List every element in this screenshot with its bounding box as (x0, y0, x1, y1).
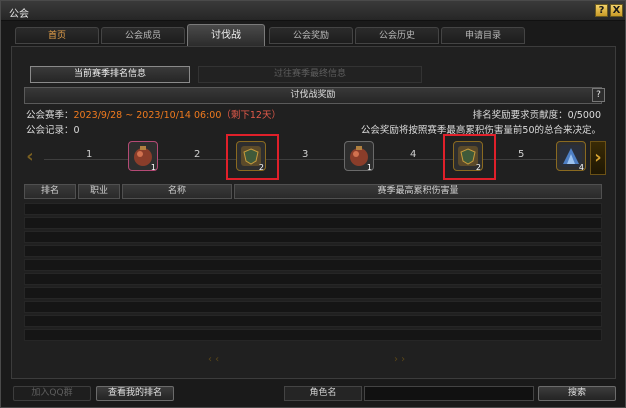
table-row[interactable] (24, 259, 602, 271)
subtab-past-season[interactable]: 过往赛季最终信息 (198, 66, 422, 83)
guild-record: 公会记录：0 (26, 125, 80, 136)
window-title: 公会 (9, 9, 29, 20)
season-info: 公会赛季：2023/9/28 ~ 2023/10/14 06:00（剩下12天） (26, 107, 281, 121)
col-rank[interactable]: 排名 (24, 184, 76, 199)
table-row[interactable] (24, 203, 602, 215)
col-class[interactable]: 职业 (78, 184, 120, 199)
ranking-table-header: 排名 职业 名称 赛季最高累积伤害量 (24, 184, 602, 199)
pouch-icon[interactable]: 1 (344, 141, 374, 172)
rank-label: 2 (194, 149, 201, 160)
close-button[interactable]: X (610, 4, 623, 17)
page-prev-button[interactable]: ‹ ‹ (208, 354, 219, 365)
char-name-label: 角色名 (284, 386, 362, 401)
blue-crystal-icon[interactable]: 4 (556, 141, 586, 172)
table-row[interactable] (24, 217, 602, 229)
subtab-current-season[interactable]: 当前赛季排名信息 (30, 66, 190, 83)
page-next-button[interactable]: › › (394, 354, 405, 365)
titlebar: 公会 ? X (1, 1, 625, 21)
table-row[interactable] (24, 245, 602, 257)
table-row[interactable] (24, 273, 602, 285)
track-next-button[interactable]: › (590, 141, 606, 175)
shield-chest-icon[interactable]: 2 (236, 141, 266, 172)
tab-raid[interactable]: 讨伐战 (187, 24, 265, 47)
guild-window: 公会 ? X 首页 公会成员 讨伐战 公会奖励 公会历史 申请目录 当前赛季排名… (0, 0, 626, 408)
tab-members[interactable]: 公会成员 (101, 27, 185, 44)
shield-chest-icon[interactable]: 2 (453, 141, 483, 172)
track-rail (44, 159, 586, 160)
season-dates: 2023/9/28 ~ 2023/10/14 06:00 (73, 110, 222, 121)
reward-bar: 讨伐战奖励 (24, 87, 602, 104)
tab-applications[interactable]: 申请目录 (441, 27, 525, 44)
rank-label: 5 (518, 149, 525, 160)
rank-label: 3 (302, 149, 309, 160)
col-name[interactable]: 名称 (122, 184, 232, 199)
rank-label: 4 (410, 149, 417, 160)
season-remaining: （剩下12天） (221, 110, 281, 121)
table-row[interactable] (24, 301, 602, 313)
item-count: 1 (366, 163, 372, 172)
tab-rewards[interactable]: 公会奖励 (269, 27, 353, 44)
tab-home[interactable]: 首页 (15, 27, 99, 44)
join-qq-button[interactable]: 加入QQ群 (13, 386, 91, 401)
track-prev-button[interactable]: ‹ (22, 141, 38, 175)
search-button[interactable]: 搜索 (538, 386, 616, 401)
table-row[interactable] (24, 287, 602, 299)
reward-help-button[interactable]: ? (592, 88, 605, 102)
reward-track: ‹ 1 1 2 2 3 1 4 2 5 4 › (22, 134, 608, 181)
table-row[interactable] (24, 315, 602, 327)
item-count: 2 (258, 163, 264, 172)
table-row[interactable] (24, 329, 602, 341)
rank-requirement: 排名奖励要求贡献度：0/5000 (472, 110, 601, 121)
ranking-table-body (24, 203, 602, 343)
item-count: 2 (475, 163, 481, 172)
raid-panel: 当前赛季排名信息 过往赛季最终信息 讨伐战奖励 ? 公会赛季：2023/9/28… (11, 46, 616, 379)
col-damage[interactable]: 赛季最高累积伤害量 (234, 184, 602, 199)
help-button[interactable]: ? (595, 4, 608, 17)
table-row[interactable] (24, 231, 602, 243)
item-count: 1 (150, 163, 156, 172)
pouch-icon[interactable]: 1 (128, 141, 158, 172)
item-count: 4 (578, 163, 584, 172)
char-name-input[interactable] (364, 386, 534, 401)
bottom-bar: 加入QQ群 查看我的排名 角色名 搜索 (1, 383, 625, 407)
season-label: 公会赛季： (26, 110, 74, 121)
tab-history[interactable]: 公会历史 (355, 27, 439, 44)
rank-label: 1 (86, 149, 93, 160)
view-my-rank-button[interactable]: 查看我的排名 (96, 386, 174, 401)
